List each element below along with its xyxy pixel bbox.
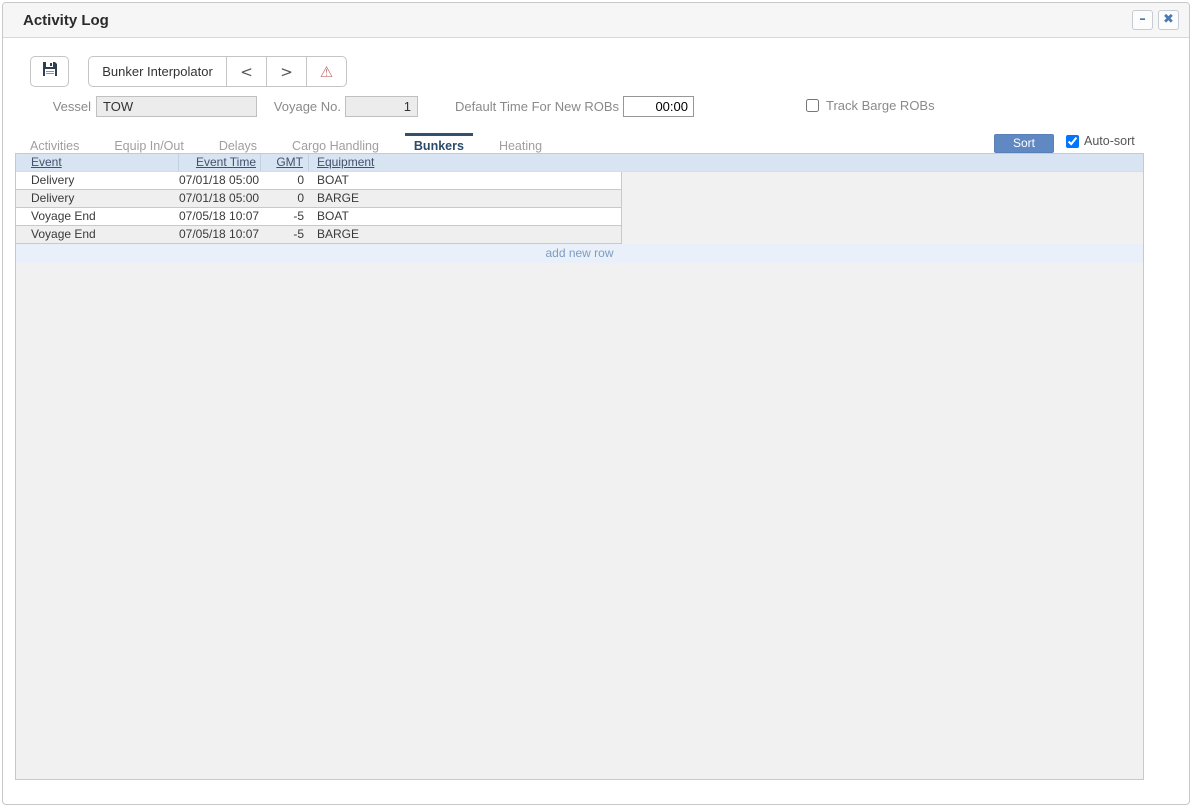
table-header-row: Event Event Time GMT Equipment: [16, 154, 1143, 172]
cell-event[interactable]: Delivery: [16, 190, 179, 207]
column-header-event-time[interactable]: Event Time: [179, 154, 261, 171]
cell-equipment[interactable]: BOAT: [309, 172, 621, 189]
cell-gmt[interactable]: -5: [261, 208, 309, 225]
cell-event-time[interactable]: 07/01/18 05:00: [179, 190, 261, 207]
cell-gmt[interactable]: 0: [261, 172, 309, 189]
default-time-label: Default Time For New ROBs: [423, 99, 619, 114]
auto-sort-label: Auto-sort: [1084, 134, 1135, 148]
close-button[interactable]: ✖: [1158, 10, 1179, 30]
title-bar: Activity Log – ✖: [3, 3, 1189, 38]
cell-event[interactable]: Voyage End: [16, 226, 179, 243]
cell-event[interactable]: Voyage End: [16, 208, 179, 225]
bunker-interpolator-button[interactable]: Bunker Interpolator: [88, 56, 227, 87]
table-row[interactable]: Delivery 07/01/18 05:00 0 BARGE: [16, 190, 621, 208]
column-header-event[interactable]: Event: [16, 154, 179, 171]
vessel-input[interactable]: [96, 96, 257, 117]
track-barge-label: Track Barge ROBs: [826, 98, 935, 113]
table-body: Delivery 07/01/18 05:00 0 BOAT Delivery …: [16, 172, 622, 244]
cell-event-time[interactable]: 07/01/18 05:00: [179, 172, 261, 189]
tab-activities[interactable]: Activities: [21, 133, 88, 155]
cell-event-time[interactable]: 07/05/18 10:07: [179, 208, 261, 225]
tab-bunkers[interactable]: Bunkers: [405, 133, 473, 155]
cell-equipment[interactable]: BARGE: [309, 190, 621, 207]
auto-sort-checkbox[interactable]: [1066, 135, 1079, 148]
tab-delays[interactable]: Delays: [210, 133, 266, 155]
next-button[interactable]: >: [267, 56, 307, 87]
table-row[interactable]: Voyage End 07/05/18 10:07 -5 BARGE: [16, 226, 621, 244]
voyage-no-label: Voyage No.: [268, 99, 341, 114]
cell-equipment[interactable]: BOAT: [309, 208, 621, 225]
tab-cargo-handling[interactable]: Cargo Handling: [283, 133, 388, 155]
window-title: Activity Log: [23, 12, 1127, 29]
tab-bar: Activities Equip In/Out Delays Cargo Han…: [21, 133, 568, 155]
add-new-row-band: add new row: [16, 244, 1143, 263]
table-row[interactable]: Voyage End 07/05/18 10:07 -5 BOAT: [16, 208, 621, 226]
bunkers-table-panel: Event Event Time GMT Equipment Delivery …: [15, 153, 1144, 780]
tab-heating[interactable]: Heating: [490, 133, 551, 155]
sort-button[interactable]: Sort: [994, 134, 1054, 153]
header-fields: Vessel Voyage No. Default Time For New R…: [3, 96, 1189, 118]
toolbar-button-group: Bunker Interpolator < > ⚠: [88, 56, 347, 87]
add-new-row-link[interactable]: add new row: [545, 246, 613, 260]
minimize-button[interactable]: –: [1132, 10, 1153, 30]
tab-equip-in-out[interactable]: Equip In/Out: [105, 133, 193, 155]
voyage-no-input[interactable]: [345, 96, 418, 117]
floppy-disk-icon: [42, 61, 58, 82]
column-header-equipment[interactable]: Equipment: [309, 154, 621, 171]
cell-gmt[interactable]: -5: [261, 226, 309, 243]
warning-button[interactable]: ⚠: [307, 56, 347, 87]
cell-event-time[interactable]: 07/05/18 10:07: [179, 226, 261, 243]
track-barge-checkbox[interactable]: [806, 99, 819, 112]
vessel-label: Vessel: [3, 99, 91, 114]
column-header-gmt[interactable]: GMT: [261, 154, 309, 171]
activity-log-window: Activity Log – ✖ Bunker Interpolator < >…: [2, 2, 1190, 805]
default-time-input[interactable]: [623, 96, 694, 117]
table-row[interactable]: Delivery 07/01/18 05:00 0 BOAT: [16, 172, 621, 190]
warning-icon: ⚠: [320, 63, 333, 81]
cell-equipment[interactable]: BARGE: [309, 226, 621, 243]
save-button[interactable]: [30, 56, 69, 87]
prev-button[interactable]: <: [227, 56, 267, 87]
cell-event[interactable]: Delivery: [16, 172, 179, 189]
cell-gmt[interactable]: 0: [261, 190, 309, 207]
